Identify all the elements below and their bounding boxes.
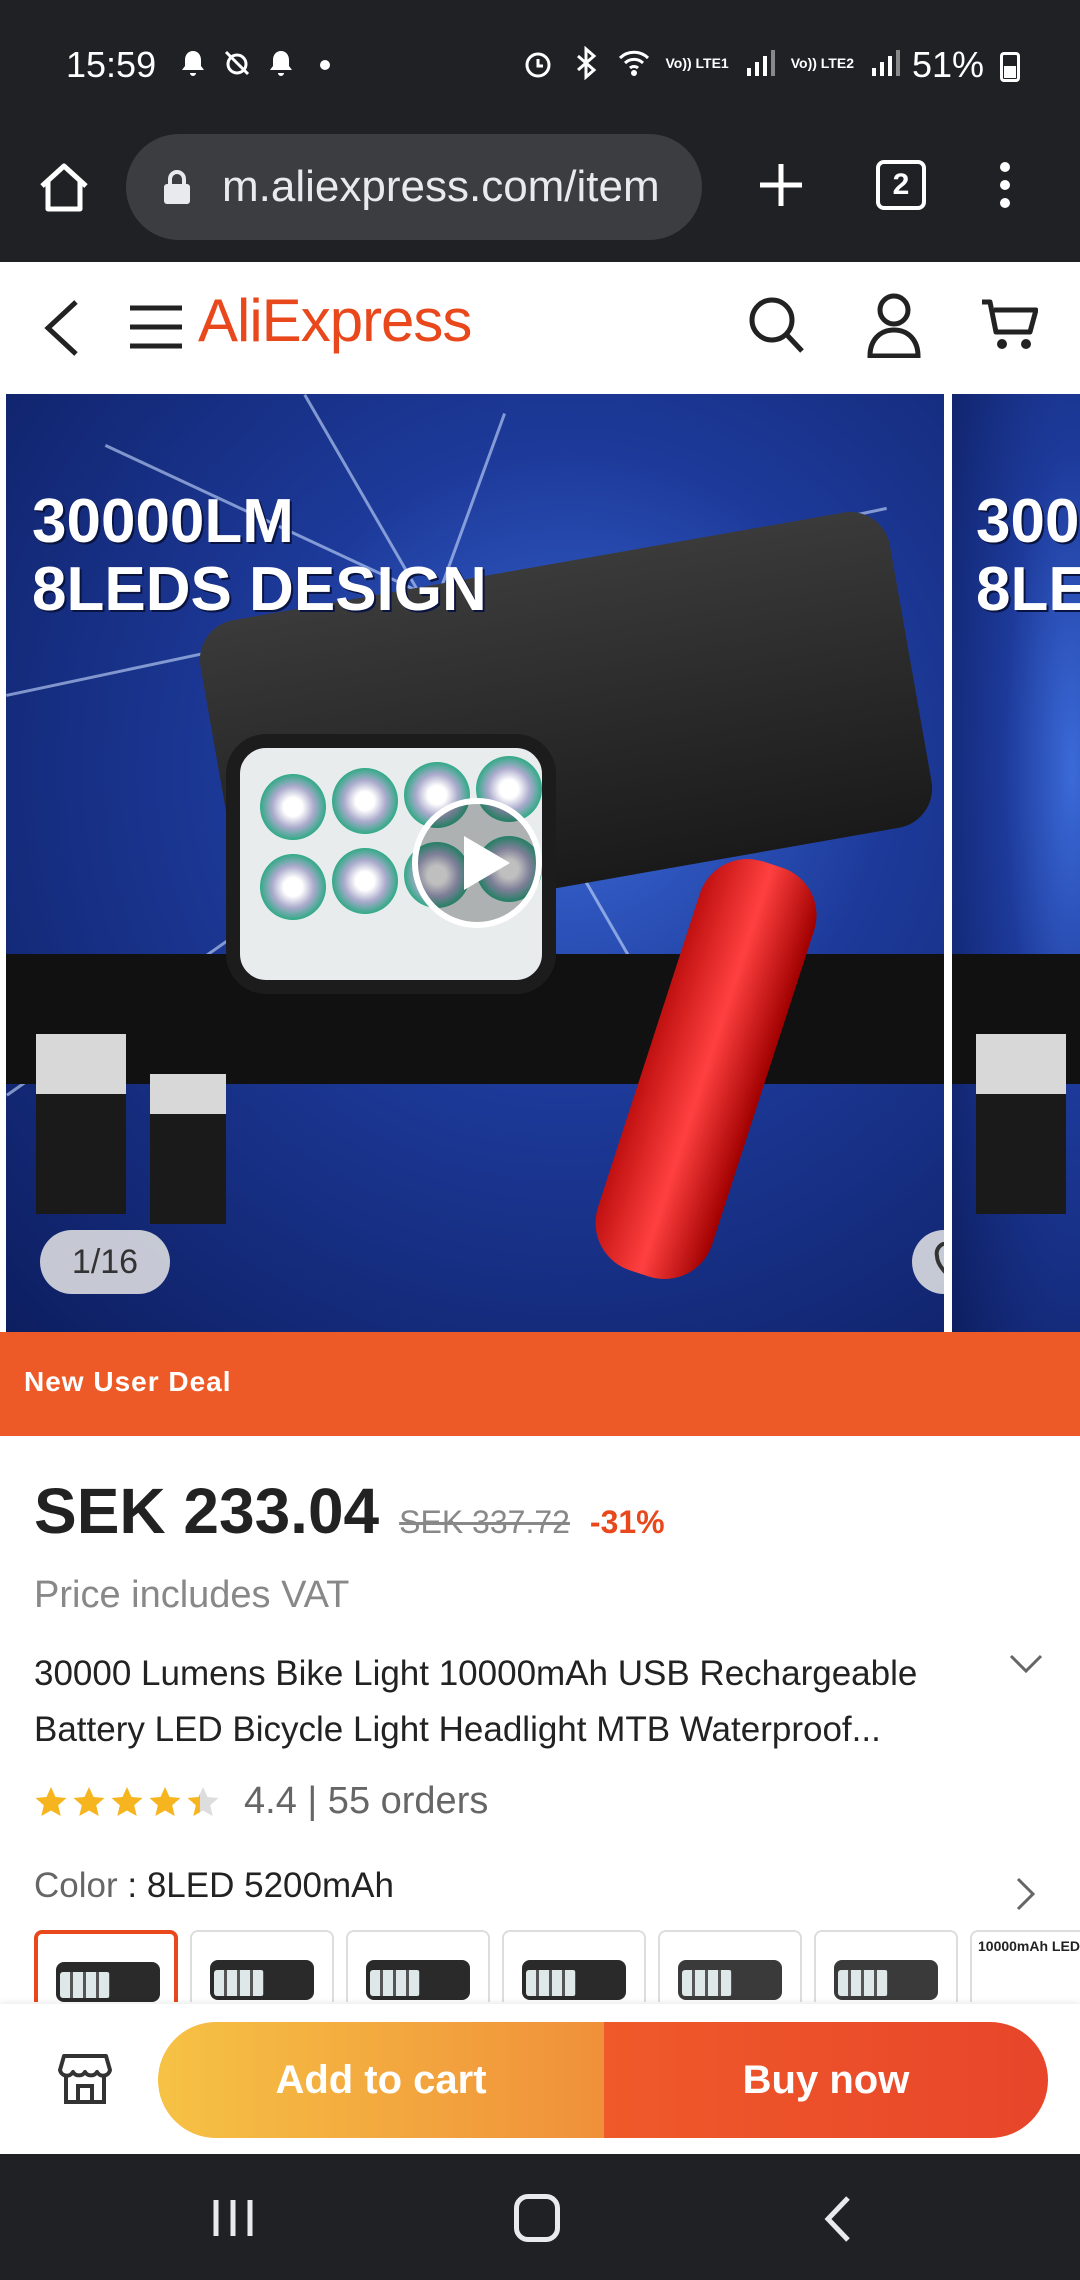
color-swatch[interactable] <box>502 1930 646 2002</box>
signal-lte1-icon <box>743 46 777 80</box>
signal-lte2-icon <box>868 46 902 80</box>
current-price: SEK 233.04 <box>34 1475 380 1547</box>
slide-caption: 30000LM 8LEDS DESIGN <box>32 487 487 624</box>
site-header: AliExpress <box>0 262 1080 394</box>
status-bar: 15:59 Vo)) LTE1 Vo)) LTE2 51% <box>0 0 1080 130</box>
new-user-deal-banner: New User Deal <box>0 1332 1080 1436</box>
menu-icon[interactable] <box>128 302 184 352</box>
buy-now-button[interactable]: Buy now <box>604 2022 1048 2138</box>
address-bar[interactable]: m.aliexpress.com/item <box>126 134 702 240</box>
lock-icon <box>162 170 192 206</box>
alarm-icon <box>521 46 555 80</box>
usb-cable <box>36 1034 126 1214</box>
star-icon <box>34 1785 68 1819</box>
search-icon[interactable] <box>746 292 806 356</box>
account-icon[interactable] <box>866 292 922 359</box>
wishlist-button[interactable]: 46 <box>912 1230 944 1294</box>
color-swatch[interactable] <box>34 1930 178 2002</box>
alarm-off-icon <box>222 48 252 78</box>
color-swatches: 10000mAh LED*5 <box>34 1930 1080 2002</box>
home-icon[interactable] <box>34 158 94 218</box>
rating-row[interactable]: 4.4 | 55 orders <box>34 1780 488 1823</box>
color-label: Color <box>34 1866 118 1905</box>
back-icon[interactable] <box>822 2194 852 2244</box>
chevron-right-icon[interactable] <box>1014 1876 1036 1912</box>
star-rating <box>34 1785 220 1819</box>
color-swatch[interactable] <box>658 1930 802 2002</box>
color-swatch[interactable]: 10000mAh LED*5 <box>970 1930 1080 2002</box>
star-icon <box>110 1785 144 1819</box>
usb-cable <box>150 1074 226 1224</box>
more-options-icon[interactable] <box>990 156 1020 216</box>
dot-icon <box>310 48 340 78</box>
color-swatch[interactable] <box>190 1930 334 2002</box>
browser-toolbar: m.aliexpress.com/item 2 <box>0 130 1080 262</box>
wifi-icon <box>617 46 651 80</box>
back-arrow-icon[interactable] <box>40 296 84 360</box>
star-icon <box>72 1785 106 1819</box>
deal-label: New User Deal <box>24 1366 232 1397</box>
aliexpress-logo[interactable]: AliExpress <box>198 286 472 355</box>
product-image-gallery[interactable]: 30000LM 8LEDS DESIGN 1/16 46 300 8LE <box>0 394 1080 1332</box>
cart-icon[interactable] <box>980 296 1039 354</box>
half-star-icon <box>186 1785 220 1819</box>
new-tab-icon[interactable] <box>756 160 806 210</box>
rating-orders-text: 4.4 | 55 orders <box>244 1780 489 1822</box>
color-selector-row[interactable]: Color : 8LED 5200mAh <box>34 1866 394 1906</box>
add-to-cart-button[interactable]: Add to cart <box>158 2022 604 2138</box>
battery-icon <box>1000 52 1020 82</box>
bell-icon <box>266 48 296 78</box>
url-text: m.aliexpress.com/item <box>222 162 660 211</box>
price-row: SEK 233.04 SEK 337.72 -31% <box>34 1474 665 1548</box>
original-price: SEK 337.72 <box>399 1504 570 1540</box>
system-navigation-bar <box>0 2154 1080 2280</box>
store-icon[interactable] <box>58 2052 112 2106</box>
tab-switcher-button[interactable]: 2 <box>876 160 926 210</box>
bluetooth-icon <box>569 45 603 81</box>
heart-icon <box>934 1241 944 1284</box>
battery-percent: 51% <box>911 44 984 85</box>
color-swatch[interactable] <box>346 1930 490 2002</box>
product-title[interactable]: 30000 Lumens Bike Light 10000mAh USB Rec… <box>34 1646 954 1758</box>
sim2-label: Vo)) LTE2 <box>790 54 854 71</box>
swatch-tag: 10000mAh LED*5 <box>978 1938 1080 1954</box>
home-button-icon[interactable] <box>514 2194 560 2242</box>
status-time: 15:59 <box>66 44 157 85</box>
chevron-down-icon[interactable] <box>1008 1652 1044 1676</box>
discount-badge: -31% <box>589 1504 665 1540</box>
color-value: : 8LED 5200mAh <box>127 1866 394 1905</box>
sim1-label: Vo)) LTE1 <box>665 54 729 71</box>
slide-caption: 300 8LE <box>976 487 1080 624</box>
purchase-action-bar: Add to cart Buy now <box>0 2004 1080 2154</box>
color-swatch[interactable] <box>814 1930 958 2002</box>
image-counter: 1/16 <box>40 1230 170 1294</box>
bell-icon <box>178 48 208 78</box>
vat-note: Price includes VAT <box>34 1574 350 1616</box>
star-icon <box>148 1785 182 1819</box>
play-video-button[interactable] <box>412 798 542 928</box>
next-product-image[interactable]: 300 8LE <box>952 394 1080 1332</box>
notification-icons <box>178 48 340 78</box>
system-icons: Vo)) LTE1 Vo)) LTE2 <box>521 45 902 81</box>
recent-apps-icon[interactable] <box>210 2198 256 2238</box>
product-image[interactable]: 30000LM 8LEDS DESIGN 1/16 46 <box>6 394 944 1332</box>
